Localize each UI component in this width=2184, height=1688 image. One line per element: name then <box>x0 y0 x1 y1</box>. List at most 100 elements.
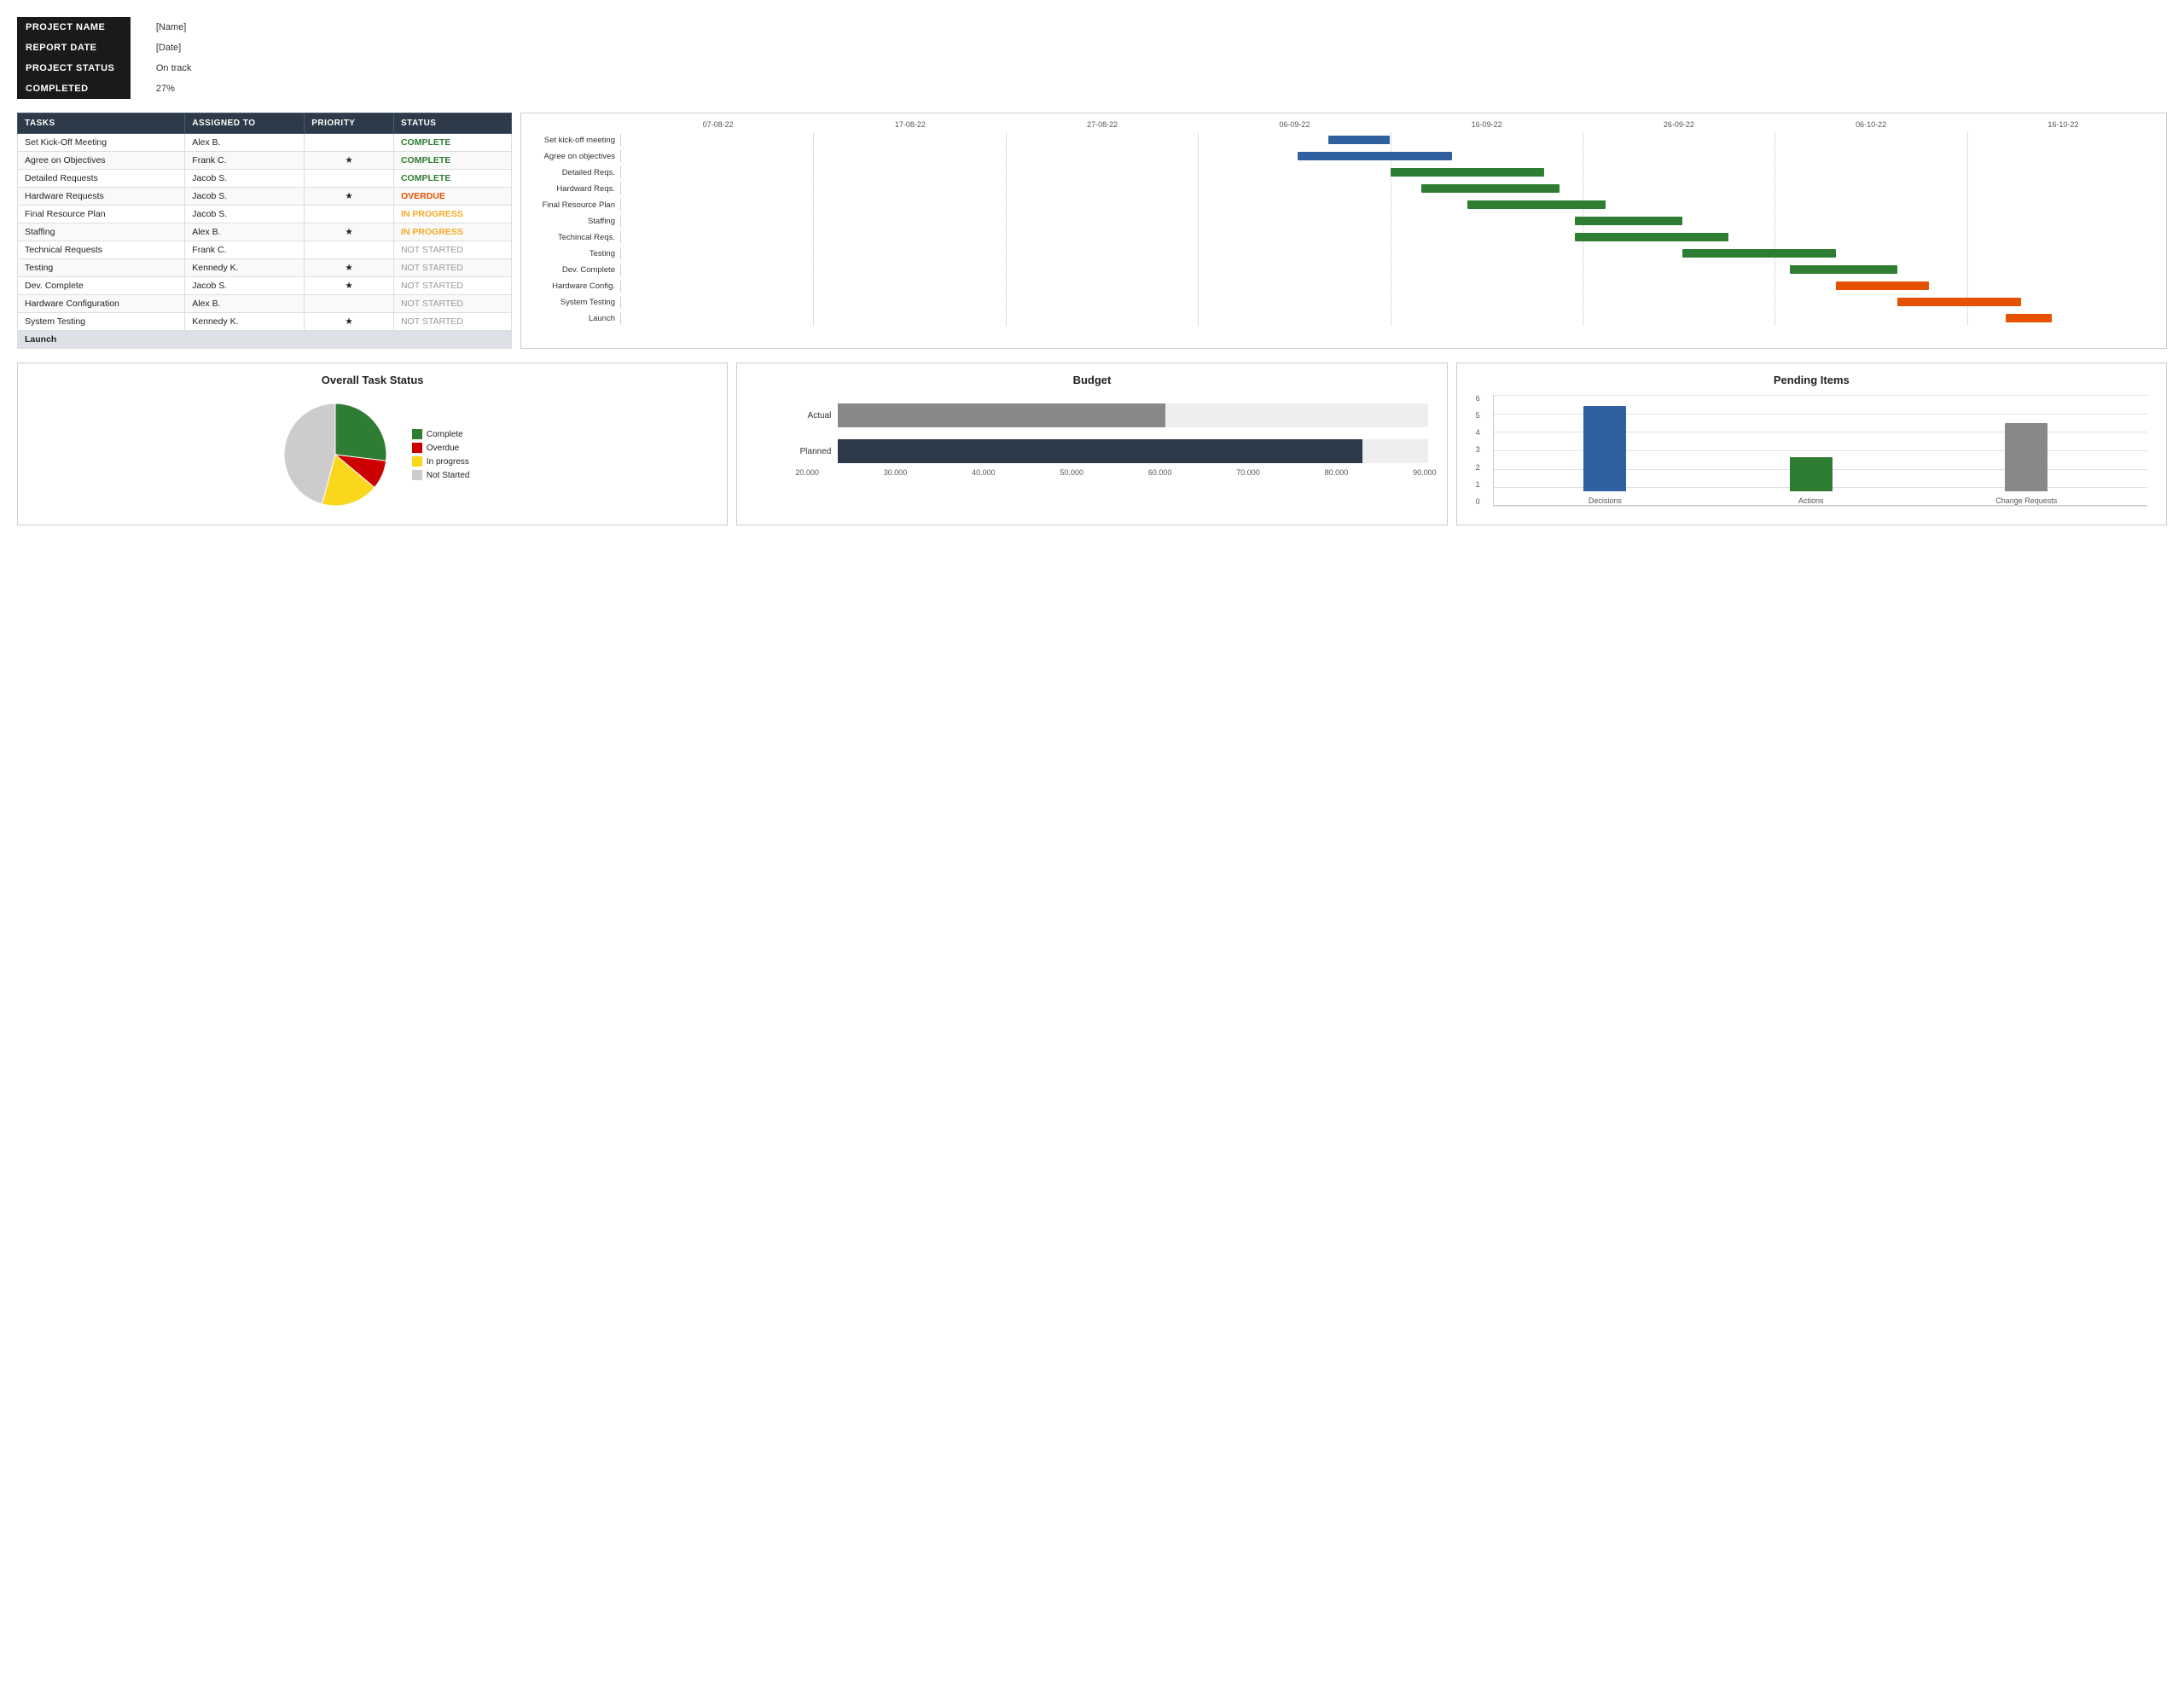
pending-y-label: 2 <box>1476 464 1493 472</box>
pending-y-label: 0 <box>1476 498 1493 506</box>
gantt-bar-area <box>620 280 2159 292</box>
gantt-row: Hardware Config. <box>528 278 2159 293</box>
budget-x-label: 40.000 <box>972 468 996 477</box>
budget-bar-wrap <box>838 439 1427 463</box>
budget-x-label: 50.000 <box>1060 468 1084 477</box>
top-section: PROJECT NAME [Name] REPORT DATE [Date] P… <box>17 17 2167 99</box>
pending-chart-area: 0123456 DecisionsActionsChange Requests <box>1467 395 2156 506</box>
pending-bars-wrap: DecisionsActionsChange Requests <box>1493 395 2147 506</box>
gantt-vline <box>813 229 814 245</box>
pending-bar-label: Actions <box>1798 496 1824 505</box>
gantt-vline <box>1006 181 1007 196</box>
legend-color <box>412 429 422 439</box>
col-status: STATUS <box>393 113 511 134</box>
gantt-vline <box>1967 197 1968 212</box>
gantt-vline <box>1967 246 1968 261</box>
gantt-vline <box>1967 181 1968 196</box>
legend-label: Complete <box>427 430 463 439</box>
project-status-value: On track <box>131 58 205 78</box>
completed-label: COMPLETED <box>17 78 131 99</box>
gantt-row: Testing <box>528 246 2159 261</box>
gantt-row: System Testing <box>528 294 2159 310</box>
gantt-vline <box>813 246 814 261</box>
launch-label: Launch <box>18 331 512 349</box>
budget-label: Actual <box>790 411 831 421</box>
gantt-row-label: Staffing <box>528 217 620 226</box>
gantt-vline <box>1774 294 1775 310</box>
col-priority: PRIORITY <box>305 113 394 134</box>
task-name: Technical Requests <box>18 241 185 259</box>
gantt-bar-area <box>620 134 2159 146</box>
task-status: NOT STARTED <box>393 241 511 259</box>
gantt-vline <box>1198 181 1199 196</box>
task-status: OVERDUE <box>393 188 511 206</box>
gantt-vline <box>1967 165 1968 180</box>
table-row: Technical Requests Frank C. NOT STARTED <box>18 241 512 259</box>
gantt-vline <box>1006 278 1007 293</box>
task-name: Agree on Objectives <box>18 152 185 170</box>
gantt-vline <box>1006 148 1007 164</box>
gantt-vline <box>1967 213 1968 229</box>
task-priority <box>305 170 394 188</box>
task-priority: ★ <box>305 188 394 206</box>
gantt-bar-area <box>620 150 2159 162</box>
gantt-row-label: System Testing <box>528 298 620 307</box>
gantt-vline <box>1006 246 1007 261</box>
pending-y-label: 1 <box>1476 481 1493 489</box>
budget-chart-title: Budget <box>747 374 1436 386</box>
gantt-date: 06-09-22 <box>1199 120 1391 129</box>
task-priority: ★ <box>305 223 394 241</box>
task-name: Set Kick-Off Meeting <box>18 134 185 152</box>
task-name: Testing <box>18 259 185 277</box>
gantt-vline <box>1198 310 1199 326</box>
gantt-vline <box>1006 229 1007 245</box>
gantt-row: Techincal Reqs. <box>528 229 2159 245</box>
gantt-bar <box>1790 265 1897 274</box>
task-priority <box>305 134 394 152</box>
gantt-bar <box>1421 184 1560 193</box>
task-priority <box>305 295 394 313</box>
task-status: NOT STARTED <box>393 295 511 313</box>
gantt-bar <box>1682 249 1836 258</box>
gantt-row-label: Hardware Config. <box>528 281 620 291</box>
gantt-vline <box>1774 229 1775 245</box>
budget-x-label: 20.000 <box>795 468 819 477</box>
gantt-vline <box>813 294 814 310</box>
task-table: TASKS ASSIGNED TO PRIORITY STATUS Set Ki… <box>17 113 512 349</box>
pending-y-label: 5 <box>1476 412 1493 420</box>
gantt-vline <box>1774 148 1775 164</box>
gantt-vline <box>1006 294 1007 310</box>
gantt-section: 07-08-2217-08-2227-08-2206-09-2216-09-22… <box>520 113 2167 349</box>
legend-label: Overdue <box>427 444 459 453</box>
info-table: PROJECT NAME [Name] REPORT DATE [Date] P… <box>17 17 205 99</box>
gantt-vline <box>1774 197 1775 212</box>
pending-y-label: 4 <box>1476 429 1493 437</box>
main-content: TASKS ASSIGNED TO PRIORITY STATUS Set Ki… <box>17 113 2167 349</box>
gantt-vline <box>1198 229 1199 245</box>
legend-item: In progress <box>412 456 470 467</box>
task-assigned: Kennedy K. <box>185 313 305 331</box>
gantt-vline <box>1006 213 1007 229</box>
task-assigned: Jacob S. <box>185 206 305 223</box>
gantt-vline <box>1774 165 1775 180</box>
pie-legend: Complete Overdue In progress Not Started <box>412 429 470 480</box>
gantt-row-label: Agree on objectives <box>528 152 620 161</box>
legend-item: Not Started <box>412 470 470 480</box>
budget-x-label: 70.000 <box>1236 468 1260 477</box>
pending-bar-label: Decisions <box>1589 496 1622 505</box>
pending-y-label: 6 <box>1476 395 1493 403</box>
table-row: Final Resource Plan Jacob S. IN PROGRESS <box>18 206 512 223</box>
gantt-vline <box>1006 132 1007 148</box>
gantt-vline <box>1198 165 1199 180</box>
gantt-vline <box>813 132 814 148</box>
launch-row: Launch <box>18 331 512 349</box>
task-name: Detailed Requests <box>18 170 185 188</box>
gantt-bar <box>2006 314 2052 322</box>
gantt-rows-container: Set kick-off meetingAgree on objectivesD… <box>528 132 2159 326</box>
task-priority: ★ <box>305 277 394 295</box>
gantt-row-label: Techincal Reqs. <box>528 233 620 242</box>
gantt-vline <box>1006 262 1007 277</box>
gantt-vline <box>1774 310 1775 326</box>
pie-container: Complete Overdue In progress Not Started <box>28 395 717 514</box>
gantt-bar <box>1467 200 1606 209</box>
